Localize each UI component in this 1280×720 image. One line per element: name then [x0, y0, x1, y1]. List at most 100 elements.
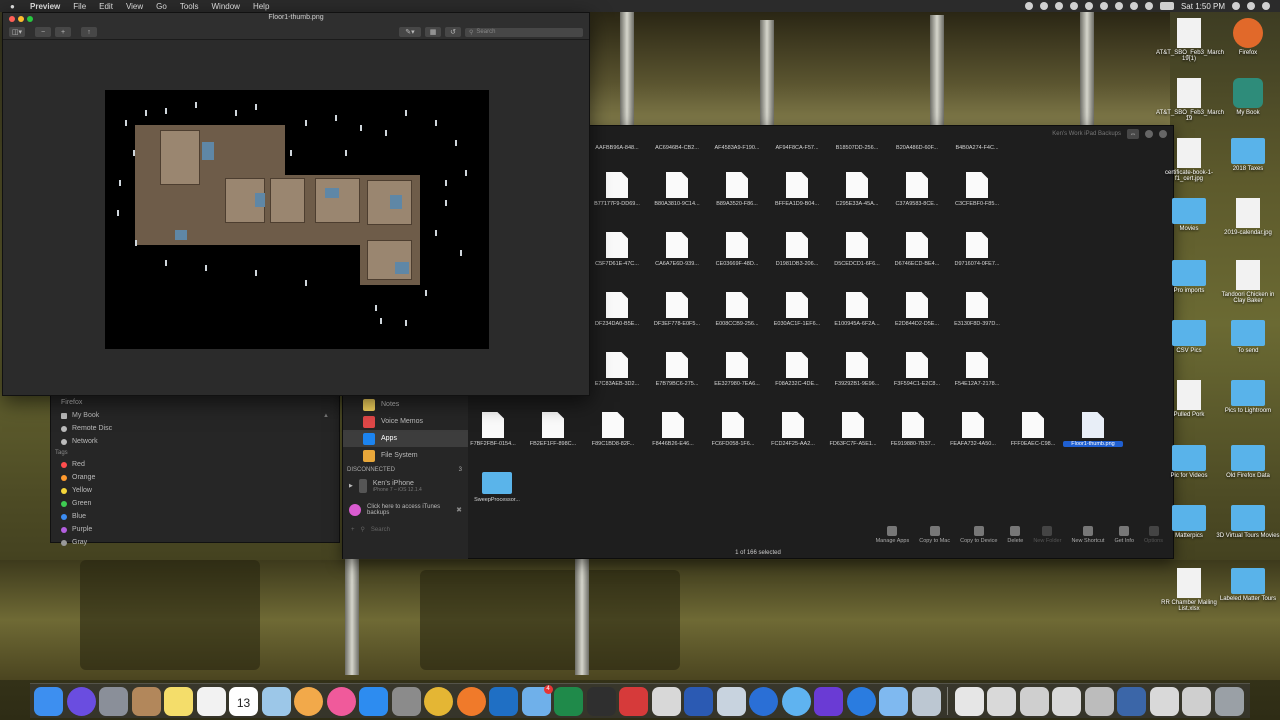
help-icon[interactable]: [1159, 130, 1167, 138]
file-item[interactable]: FFF0EAEC-C98...: [1003, 412, 1063, 447]
preview-title-bar[interactable]: Floor1-thumb.png: [3, 13, 589, 25]
battery-icon[interactable]: [1159, 2, 1174, 10]
finder-sidebar-item[interactable]: My Book ▲: [51, 409, 339, 422]
screenshot-stack-2-icon[interactable]: [1019, 686, 1049, 716]
notification-center-icon[interactable]: [1262, 2, 1270, 10]
desktop-item[interactable]: To send: [1215, 320, 1280, 354]
file-item[interactable]: E7B79BC6-275...: [647, 352, 707, 387]
file-item[interactable]: F08A232C-4DE...: [767, 352, 827, 387]
imazing-sidebar-item[interactable]: File System: [343, 447, 468, 464]
desktop-item[interactable]: Labeled Matter Tours: [1215, 568, 1280, 602]
bluetooth-icon[interactable]: [1114, 2, 1123, 10]
markup-pen-button[interactable]: ✎▾: [399, 27, 421, 37]
screenshot-stack-4-icon[interactable]: [1084, 686, 1114, 716]
disclosure-icon[interactable]: ▶: [349, 483, 353, 489]
solitaire-icon[interactable]: [586, 686, 616, 716]
excel-icon[interactable]: [554, 686, 583, 716]
action-new-folder-button[interactable]: New Folder: [1033, 526, 1061, 544]
finder-sidebar-item[interactable]: Firefox: [51, 396, 339, 409]
file-item[interactable]: F7BF2FBF-0154...: [463, 412, 523, 447]
file-item[interactable]: D9716074-0FE7...: [947, 232, 1007, 267]
firefox-icon[interactable]: [456, 686, 486, 716]
reminders-icon[interactable]: [196, 686, 226, 716]
screenshot-stack-1-icon[interactable]: [987, 686, 1016, 716]
file-item[interactable]: CA6A7E6D-939...: [647, 232, 707, 267]
desktop-item[interactable]: Pro imports: [1156, 260, 1222, 294]
search-field[interactable]: ⚲ Search: [465, 27, 583, 37]
desktop-item[interactable]: CSV Pics: [1156, 320, 1222, 354]
file-item[interactable]: E100945A-6F2A...: [827, 292, 887, 327]
contacts-icon[interactable]: [131, 686, 161, 716]
desktop-item[interactable]: Pulled Pork: [1156, 380, 1222, 418]
file-item[interactable]: C3CFEBF0-F85...: [947, 172, 1007, 207]
file-item[interactable]: C295E33A-45A...: [827, 172, 887, 207]
itunes-icon[interactable]: [326, 686, 356, 716]
menu-clock[interactable]: Sat 1:50 PM: [1181, 2, 1225, 11]
action-new-shortcut-button[interactable]: New Shortcut: [1071, 526, 1104, 544]
firefox-dev-icon[interactable]: [749, 686, 778, 716]
file-item[interactable]: BFFEA1D9-B04...: [767, 172, 827, 207]
desktop-item[interactable]: Movies: [1156, 198, 1222, 232]
edge-icon[interactable]: [846, 686, 876, 716]
itunes-backups-link[interactable]: Click here to access iTunes backups ✖: [343, 499, 468, 521]
imovie-icon[interactable]: [814, 686, 843, 716]
tag-item[interactable]: Gray: [51, 536, 339, 549]
desktop-item[interactable]: Firefox: [1215, 18, 1280, 56]
tag-item[interactable]: Orange: [51, 471, 339, 484]
word-icon[interactable]: [684, 686, 713, 716]
file-item[interactable]: Floor1-thumb.png: [1063, 412, 1123, 447]
file-item[interactable]: F8446B26-E46...: [643, 412, 703, 447]
outlook-icon[interactable]: [489, 686, 518, 716]
acrobat-icon[interactable]: [651, 686, 681, 716]
calendar-icon[interactable]: 13: [229, 686, 258, 716]
launchpad-icon[interactable]: [99, 686, 128, 716]
desktop-item[interactable]: 2019-calendar.jpg: [1215, 198, 1280, 236]
menu-window[interactable]: Window: [212, 2, 240, 11]
system-preferences-icon[interactable]: [391, 686, 421, 716]
file-item[interactable]: AF94F8CA-F57...: [767, 142, 827, 151]
siri-icon[interactable]: [66, 686, 96, 716]
finder-icon[interactable]: [34, 686, 63, 716]
share-button[interactable]: ↑: [81, 27, 97, 37]
tag-item[interactable]: Green: [51, 497, 339, 510]
finder-sidebar-item[interactable]: Network: [51, 435, 339, 448]
menu-edit[interactable]: Edit: [99, 2, 113, 11]
file-item[interactable]: B20A486D-60F...: [887, 142, 947, 151]
tag-item[interactable]: Blue: [51, 510, 339, 523]
trash-icon[interactable]: [1214, 686, 1244, 716]
file-item[interactable]: D6746ECD-BE4...: [887, 232, 947, 267]
imazing-sidebar-item[interactable]: Voice Memos: [343, 413, 468, 430]
desktop-item[interactable]: Matterpics: [1156, 505, 1222, 539]
file-item[interactable]: DF234DA0-B5E...: [587, 292, 647, 327]
status-icon[interactable]: [1099, 2, 1108, 10]
view-toggle-button[interactable]: ⇔: [1127, 129, 1139, 139]
xcode-icon[interactable]: [879, 686, 908, 716]
desktop-item[interactable]: certificate-book-1-f1_cert.jpg: [1156, 138, 1222, 182]
file-item[interactable]: F89C1BD8-82F...: [583, 412, 643, 447]
desktop-item[interactable]: 3D Virtual Tours Movies: [1215, 505, 1280, 539]
desktop-item[interactable]: Pic for Videos: [1156, 445, 1222, 479]
desktop-item[interactable]: Pics to Lightroom: [1215, 380, 1280, 414]
status-icon[interactable]: [1024, 2, 1033, 10]
file-item[interactable]: E7C83AEB-3D2...: [587, 352, 647, 387]
downloads-stack-icon[interactable]: [954, 686, 984, 716]
photos-icon[interactable]: [294, 686, 323, 716]
desktop-item[interactable]: 2018 Taxes: [1215, 138, 1280, 172]
file-item[interactable]: FB2EF1FF-898C...: [523, 412, 583, 447]
messages-icon[interactable]: [781, 686, 811, 716]
file-item[interactable]: FE919880-7B37...: [883, 412, 943, 447]
file-item[interactable]: B80A3810-9C14...: [647, 172, 707, 207]
desktop-item[interactable]: Tandoori Chicken in Clay Baker: [1215, 260, 1280, 304]
menu-file[interactable]: File: [73, 2, 86, 11]
desktop-item[interactable]: Old Firefox Data: [1215, 445, 1280, 479]
zoom-in-button[interactable]: +: [55, 27, 71, 37]
chrome-icon[interactable]: [424, 686, 453, 716]
sidebar-search[interactable]: + ⚲ Search: [343, 521, 468, 538]
menu-app-name[interactable]: Preview: [30, 2, 60, 11]
zoom-out-button[interactable]: −: [35, 27, 51, 37]
file-item[interactable]: AF4583A9-F190...: [707, 142, 767, 151]
image-capture-icon[interactable]: [911, 686, 941, 716]
file-item[interactable]: E008CCB9-256...: [707, 292, 767, 327]
action-copy-to-device-button[interactable]: Copy to Device: [960, 526, 997, 544]
file-item[interactable]: E3130F8D-397D...: [947, 292, 1007, 327]
